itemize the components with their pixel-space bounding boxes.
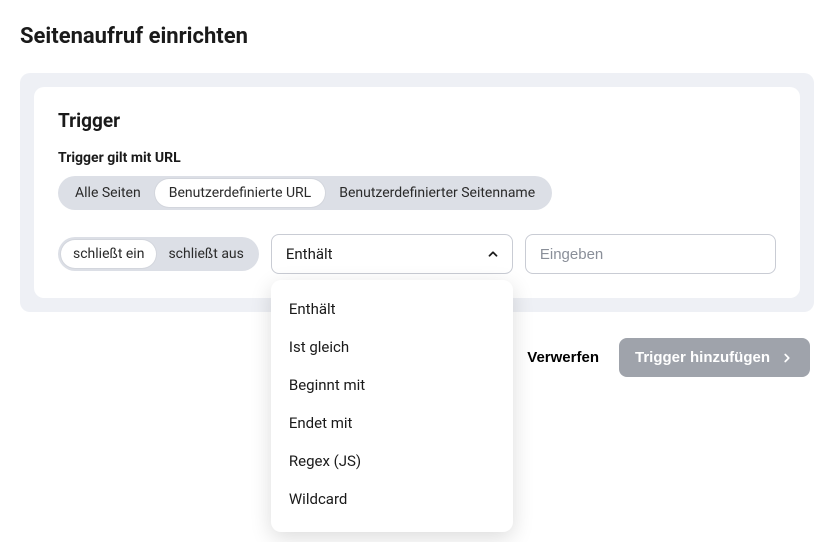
url-scope-segmented: Alle Seiten Benutzerdefinierte URL Benut…: [58, 176, 552, 210]
matcher-option-contains[interactable]: Enthält: [271, 290, 513, 328]
value-input[interactable]: [525, 234, 776, 274]
chevron-up-icon: [486, 247, 500, 261]
include-option[interactable]: schließt ein: [61, 240, 156, 268]
add-trigger-label: Trigger hinzufügen: [635, 349, 770, 366]
matcher-select[interactable]: Enthält: [271, 234, 513, 274]
url-scope-custom-url[interactable]: Benutzerdefinierte URL: [155, 179, 326, 207]
matcher-select-wrap: Enthält Enthält Ist gleich Beginnt mit E…: [271, 234, 513, 274]
include-exclude-segmented: schließt ein schließt aus: [58, 237, 259, 271]
config-panel: Trigger Trigger gilt mit URL Alle Seiten…: [20, 73, 814, 312]
exclude-option[interactable]: schließt aus: [156, 240, 255, 268]
add-trigger-button[interactable]: Trigger hinzufügen: [619, 338, 810, 377]
matcher-dropdown: Enthält Ist gleich Beginnt mit Endet mit…: [271, 280, 513, 532]
matcher-option-wildcard[interactable]: Wildcard: [271, 480, 513, 518]
matcher-selected-label: Enthält: [286, 245, 333, 263]
url-scope-custom-pagename[interactable]: Benutzerdefinierter Seitenname: [325, 179, 549, 207]
matcher-option-equals[interactable]: Ist gleich: [271, 328, 513, 366]
condition-row: schließt ein schließt aus Enthält Enthäl…: [58, 234, 776, 274]
matcher-option-regex[interactable]: Regex (JS): [271, 442, 513, 480]
matcher-option-endswith[interactable]: Endet mit: [271, 404, 513, 442]
trigger-card: Trigger Trigger gilt mit URL Alle Seiten…: [34, 87, 800, 298]
url-scope-all-pages[interactable]: Alle Seiten: [61, 179, 155, 207]
discard-button[interactable]: Verwerfen: [527, 349, 599, 366]
card-title: Trigger: [58, 109, 776, 132]
page-title: Seitenaufruf einrichten: [20, 24, 814, 49]
url-section-label: Trigger gilt mit URL: [58, 150, 776, 166]
chevron-right-icon: [780, 351, 794, 365]
matcher-option-startswith[interactable]: Beginnt mit: [271, 366, 513, 404]
